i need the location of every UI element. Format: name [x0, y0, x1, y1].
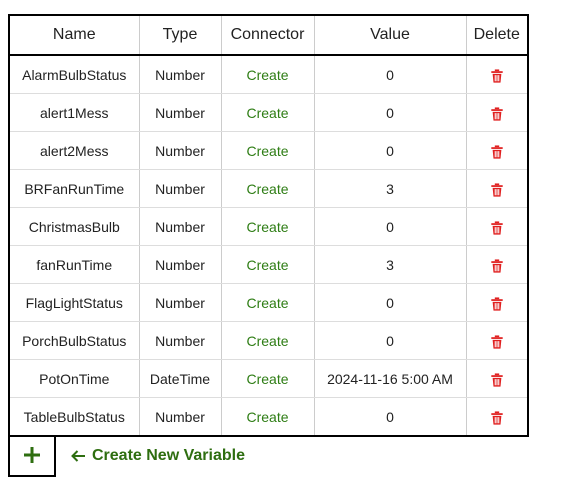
header-value: Value [314, 15, 467, 56]
table-row: alert2Mess Number Create 0 [9, 131, 528, 170]
header-delete: Delete [466, 15, 528, 56]
connector-cell: Create [221, 245, 315, 284]
variables-table: Name Type Connector Value Delete AlarmBu… [8, 14, 529, 437]
delete-cell [466, 398, 528, 437]
table-row: FlagLightStatus Number Create 0 [9, 283, 528, 322]
delete-cell [466, 93, 528, 132]
header-name: Name [9, 15, 140, 56]
connector-cell: Create [221, 207, 315, 246]
delete-cell [466, 359, 528, 398]
table-header-row: Name Type Connector Value Delete [9, 15, 528, 56]
variable-type: Number [139, 245, 222, 284]
create-connector-link[interactable]: Create [246, 67, 288, 83]
create-new-variable-label: Create New Variable [92, 447, 245, 464]
variable-name: BRFanRunTime [9, 169, 140, 208]
variable-name: FlagLightStatus [9, 283, 140, 322]
variable-type: Number [139, 207, 222, 246]
variable-value: 0 [314, 397, 467, 436]
arrow-left-icon [71, 450, 85, 462]
plus-icon [24, 447, 40, 463]
table-row: AlarmBulbStatus Number Create 0 [9, 55, 528, 94]
variable-value: 2024-11-16 5:00 AM [314, 359, 467, 398]
variable-type: Number [139, 55, 222, 94]
delete-cell [466, 245, 528, 284]
variable-value: 0 [314, 283, 467, 322]
create-new-variable-hint[interactable]: Create New Variable [70, 447, 245, 465]
variable-name: ChristmasBulb [9, 207, 140, 246]
connector-cell: Create [221, 321, 315, 360]
variable-name: PorchBulbStatus [9, 321, 140, 360]
table-row: TableBulbStatus Number Create 0 [9, 397, 528, 437]
delete-cell [466, 169, 528, 208]
connector-cell: Create [221, 93, 315, 132]
delete-cell [466, 321, 528, 360]
variable-type: Number [139, 397, 222, 436]
variable-value: 0 [314, 131, 467, 170]
table-row: BRFanRunTime Number Create 3 [9, 169, 528, 208]
variable-value: 0 [314, 207, 467, 246]
variable-name: alert2Mess [9, 131, 140, 170]
table-row: alert1Mess Number Create 0 [9, 93, 528, 132]
variable-name: PotOnTime [9, 359, 140, 398]
variable-name: TableBulbStatus [9, 397, 140, 436]
variable-value: 0 [314, 55, 467, 94]
table-row: PorchBulbStatus Number Create 0 [9, 321, 528, 360]
table-row: PotOnTime DateTime Create 2024-11-16 5:00 A… [9, 359, 528, 398]
create-connector-link[interactable]: Create [246, 105, 288, 121]
trash-icon[interactable] [490, 107, 504, 121]
connector-cell: Create [221, 359, 315, 398]
table-row: ChristmasBulb Number Create 0 [9, 207, 528, 246]
connector-cell: Create [221, 55, 315, 94]
trash-icon[interactable] [490, 145, 504, 159]
delete-cell [466, 207, 528, 246]
trash-icon[interactable] [490, 69, 504, 83]
variables-table-container: Name Type Connector Value Delete AlarmBu… [8, 14, 529, 437]
trash-icon[interactable] [490, 259, 504, 273]
variable-type: DateTime [139, 359, 222, 398]
variable-value: 0 [314, 93, 467, 132]
variable-value: 3 [314, 245, 467, 284]
variable-name: alert1Mess [9, 93, 140, 132]
variable-type: Number [139, 283, 222, 322]
trash-icon[interactable] [490, 373, 504, 387]
variable-name: AlarmBulbStatus [9, 55, 140, 94]
create-connector-link[interactable]: Create [246, 371, 288, 387]
variable-value: 3 [314, 169, 467, 208]
create-connector-link[interactable]: Create [246, 295, 288, 311]
create-connector-link[interactable]: Create [246, 181, 288, 197]
create-connector-link[interactable]: Create [246, 219, 288, 235]
connector-cell: Create [221, 131, 315, 170]
variable-type: Number [139, 131, 222, 170]
table-row: fanRunTime Number Create 3 [9, 245, 528, 284]
table-footer: Create New Variable [8, 435, 245, 477]
variable-type: Number [139, 169, 222, 208]
create-connector-link[interactable]: Create [246, 257, 288, 273]
delete-cell [466, 131, 528, 170]
variable-type: Number [139, 321, 222, 360]
add-variable-button[interactable] [8, 435, 56, 477]
trash-icon[interactable] [490, 411, 504, 425]
delete-cell [466, 55, 528, 94]
create-connector-link[interactable]: Create [246, 409, 288, 425]
create-connector-link[interactable]: Create [246, 333, 288, 349]
variable-name: fanRunTime [9, 245, 140, 284]
connector-cell: Create [221, 169, 315, 208]
variable-value: 0 [314, 321, 467, 360]
create-connector-link[interactable]: Create [246, 143, 288, 159]
trash-icon[interactable] [490, 183, 504, 197]
connector-cell: Create [221, 397, 315, 436]
trash-icon[interactable] [490, 221, 504, 235]
variable-type: Number [139, 93, 222, 132]
connector-cell: Create [221, 283, 315, 322]
trash-icon[interactable] [490, 297, 504, 311]
delete-cell [466, 283, 528, 322]
trash-icon[interactable] [490, 335, 504, 349]
header-type: Type [139, 15, 222, 56]
header-connector: Connector [221, 15, 315, 56]
